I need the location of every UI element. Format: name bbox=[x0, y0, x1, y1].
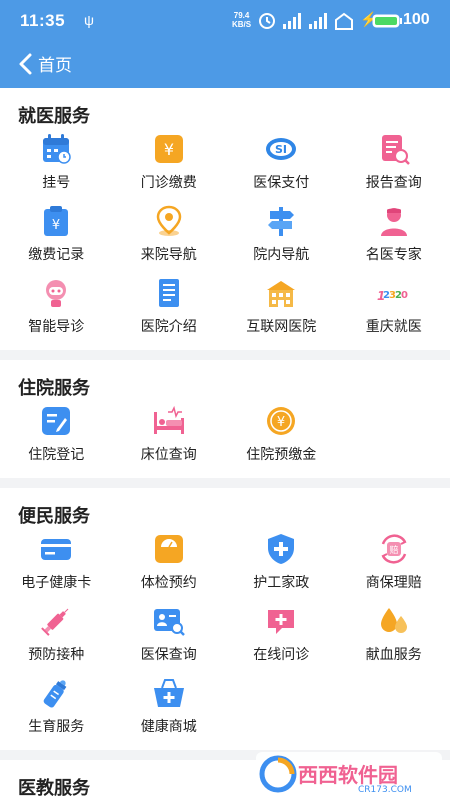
usb-icon: ψ bbox=[84, 12, 94, 28]
menu-item-hospital-navigation[interactable]: 来院导航 bbox=[113, 200, 226, 272]
menu-item-insurance-claim[interactable]: 赔 商保理赔 bbox=[338, 528, 450, 600]
menu-item-checkup-booking[interactable]: 体检预约 bbox=[113, 528, 226, 600]
section-title: 便民服务 bbox=[18, 506, 90, 527]
battery-level: 100 bbox=[403, 11, 430, 28]
si-logo-icon: SI bbox=[266, 138, 297, 160]
svg-text:¥: ¥ bbox=[52, 218, 60, 233]
shield-plus-icon bbox=[268, 534, 295, 564]
status-bar: 11:35 ψ 79.4 KB/S ⚡ 100 bbox=[0, 0, 450, 42]
menu-item-online-consult[interactable]: 在线问诊 bbox=[225, 600, 338, 672]
menu-item-payment-records[interactable]: ¥ 缴费记录 bbox=[0, 200, 113, 272]
menu-item-chongqing-medical[interactable]: 1 2 3 2 0 重庆就医 bbox=[338, 272, 450, 344]
scale-icon bbox=[154, 535, 183, 563]
yuan-coin-icon: ¥ bbox=[267, 407, 296, 435]
alarm-icon bbox=[259, 13, 275, 29]
document-icon bbox=[158, 279, 179, 307]
section-inpatient-services: 住院服务 住院登记 床位查询 ¥ 住院预缴金 bbox=[0, 360, 450, 478]
claim-icon: 赔 bbox=[381, 534, 407, 564]
menu-item-smart-triage[interactable]: 智能导诊 bbox=[0, 272, 113, 344]
syringe-icon bbox=[41, 608, 69, 636]
svg-text:0: 0 bbox=[401, 290, 408, 301]
svg-text:¥: ¥ bbox=[277, 415, 285, 430]
menu-item-register[interactable]: 挂号 bbox=[0, 128, 113, 200]
menu-item-bed-query[interactable]: 床位查询 bbox=[113, 400, 226, 472]
menu-item-indoor-navigation[interactable]: 院内导航 bbox=[225, 200, 338, 272]
hd-icon bbox=[335, 12, 353, 30]
chat-plus-icon bbox=[268, 610, 295, 634]
hospital-building-icon bbox=[267, 281, 296, 307]
menu-item-hospital-intro[interactable]: 医院介绍 bbox=[113, 272, 226, 344]
section-convenience-services: 便民服务 电子健康卡 体检预约 护工家政 赔 商保理赔 预防接种 医保查询 在线… bbox=[0, 488, 450, 750]
report-search-icon bbox=[381, 135, 410, 165]
signal-icon bbox=[283, 13, 301, 29]
menu-item-internet-hospital[interactable]: 互联网医院 bbox=[225, 272, 338, 344]
menu-item-famous-doctors[interactable]: 名医专家 bbox=[338, 200, 450, 272]
nav-bar: 首页 bbox=[0, 42, 450, 88]
menu-item-health-card[interactable]: 电子健康卡 bbox=[0, 528, 113, 600]
menu-item-report-query[interactable]: 报告查询 bbox=[338, 128, 450, 200]
svg-text:赔: 赔 bbox=[389, 544, 398, 556]
signpost-icon bbox=[268, 207, 295, 236]
health-card-icon bbox=[41, 539, 72, 560]
payment-record-icon: ¥ bbox=[44, 206, 69, 236]
basket-icon bbox=[153, 679, 184, 707]
svg-text:西西软件园: 西西软件园 bbox=[298, 763, 398, 787]
12320-logo-icon: 1 2 3 2 0 bbox=[377, 289, 408, 303]
main-content: 就医服务 挂号 ¥ 门诊缴费 SI 医保支付 报告查询 ¥ 缴费记录 来院导航 … bbox=[0, 88, 450, 800]
section-medical-services: 就医服务 挂号 ¥ 门诊缴费 SI 医保支付 报告查询 ¥ 缴费记录 来院导航 … bbox=[0, 88, 450, 350]
blood-drop-icon bbox=[380, 608, 407, 633]
svg-text:CR173.COM: CR173.COM bbox=[358, 785, 412, 795]
calendar-icon bbox=[43, 134, 71, 164]
menu-item-vaccination[interactable]: 预防接种 bbox=[0, 600, 113, 672]
menu-item-insurance-pay[interactable]: SI 医保支付 bbox=[225, 128, 338, 200]
battery-icon bbox=[372, 14, 402, 28]
section-title: 就医服务 bbox=[18, 106, 90, 127]
menu-item-maternity[interactable]: 生育服务 bbox=[0, 672, 113, 744]
menu-item-caregiver-housekeeping[interactable]: 护工家政 bbox=[225, 528, 338, 600]
doctor-icon bbox=[380, 208, 407, 236]
baby-bottle-icon bbox=[43, 680, 67, 708]
section-title: 住院服务 bbox=[18, 378, 90, 399]
menu-item-blood-donation[interactable]: 献血服务 bbox=[338, 600, 450, 672]
cr173-logo-icon: 西西软件园 CR173.COM bbox=[256, 752, 442, 796]
menu-item-health-mall[interactable]: 健康商城 bbox=[113, 672, 226, 744]
status-time: 11:35 bbox=[20, 11, 66, 30]
svg-text:¥: ¥ bbox=[164, 140, 174, 159]
signal-icon-2 bbox=[309, 13, 327, 29]
watermark: 西西软件园 CR173.COM bbox=[256, 752, 442, 796]
yuan-card-icon: ¥ bbox=[154, 135, 183, 163]
map-pin-icon bbox=[156, 205, 182, 236]
back-arrow-icon[interactable] bbox=[16, 51, 36, 77]
id-search-icon bbox=[153, 609, 185, 636]
menu-item-prepayment[interactable]: ¥ 住院预缴金 bbox=[225, 400, 338, 472]
bed-icon bbox=[153, 405, 184, 434]
svg-text:SI: SI bbox=[275, 143, 287, 156]
register-icon bbox=[42, 407, 71, 435]
robot-icon bbox=[46, 280, 67, 307]
page-title[interactable]: 首页 bbox=[38, 51, 72, 76]
menu-item-outpatient-payment[interactable]: ¥ 门诊缴费 bbox=[113, 128, 226, 200]
network-speed: 79.4 KB/S bbox=[232, 11, 252, 29]
menu-item-admission-register[interactable]: 住院登记 bbox=[0, 400, 113, 472]
menu-item-insurance-query[interactable]: 医保查询 bbox=[113, 600, 226, 672]
